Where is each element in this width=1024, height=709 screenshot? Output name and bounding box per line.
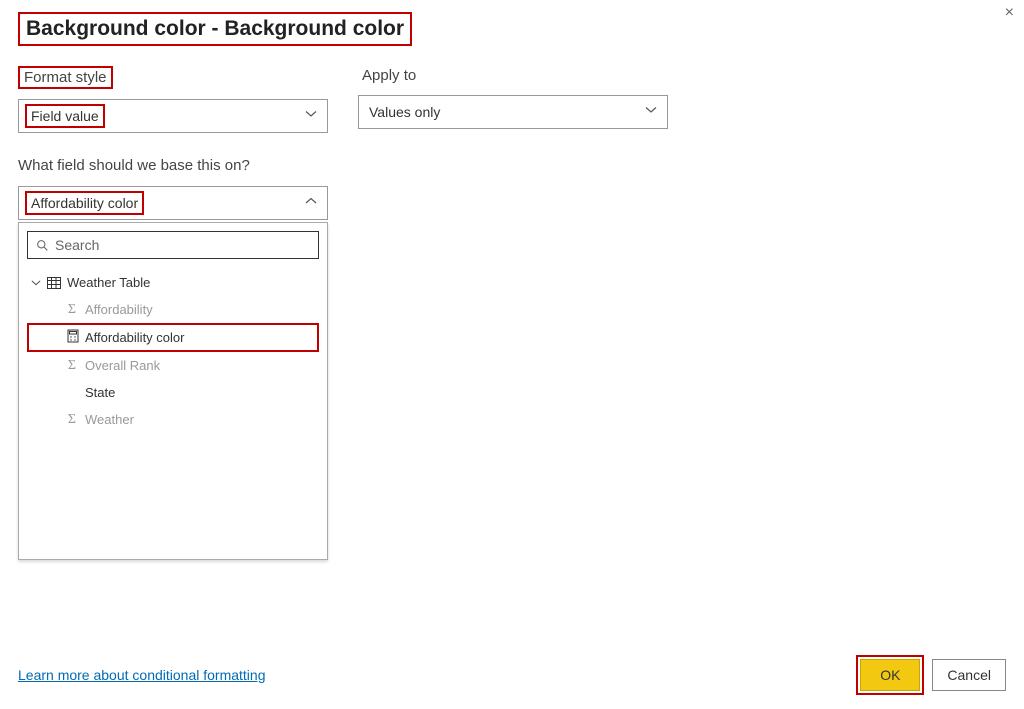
format-style-label: Format style (18, 66, 113, 89)
field-tree: Weather Table Σ Affordability Affordabil… (27, 269, 319, 433)
table-icon (47, 277, 61, 289)
apply-to-select[interactable]: Values only (358, 95, 668, 129)
base-field-select[interactable]: Affordability color (18, 186, 328, 220)
chevron-up-icon (305, 187, 317, 219)
chevron-down-icon (305, 100, 317, 132)
chevron-down-icon (645, 96, 657, 128)
tree-field-label: Weather (85, 412, 134, 427)
tree-field-label: State (85, 385, 115, 400)
format-style-select[interactable]: Field value (18, 99, 328, 133)
dialog-title: Background color - Background color (18, 12, 412, 46)
sigma-icon: Σ (65, 412, 79, 428)
tree-field-weather[interactable]: Σ Weather (27, 406, 319, 433)
field-picker-popup: Search Weather Table Σ Affordability (18, 222, 328, 560)
tree-field-affordability[interactable]: Σ Affordability (27, 296, 319, 323)
tree-field-affordability-color[interactable]: Affordability color (27, 323, 319, 352)
tree-table-row[interactable]: Weather Table (27, 269, 319, 296)
sigma-icon: Σ (65, 302, 79, 318)
search-input[interactable]: Search (27, 231, 319, 259)
calculator-icon (67, 329, 79, 346)
base-field-value: Affordability color (25, 191, 144, 215)
tree-field-overall-rank[interactable]: Σ Overall Rank (27, 352, 319, 379)
base-field-question: What field should we base this on? (18, 157, 1006, 174)
tree-field-label: Overall Rank (85, 358, 160, 373)
sigma-icon: Σ (65, 358, 79, 374)
apply-to-label: Apply to (358, 66, 420, 85)
format-style-value: Field value (25, 104, 105, 128)
cancel-button[interactable]: Cancel (932, 659, 1006, 691)
close-icon[interactable]: × (1005, 4, 1014, 22)
tree-table-label: Weather Table (67, 275, 150, 290)
search-icon (36, 239, 49, 252)
learn-more-link[interactable]: Learn more about conditional formatting (18, 667, 265, 683)
ok-button[interactable]: OK (860, 659, 920, 691)
tree-field-label: Affordability (85, 302, 153, 317)
tree-field-label: Affordability color (85, 330, 184, 345)
tree-field-state[interactable]: State (27, 379, 319, 406)
chevron-down-icon (31, 278, 41, 288)
search-placeholder: Search (55, 237, 99, 253)
apply-to-value: Values only (369, 96, 440, 128)
